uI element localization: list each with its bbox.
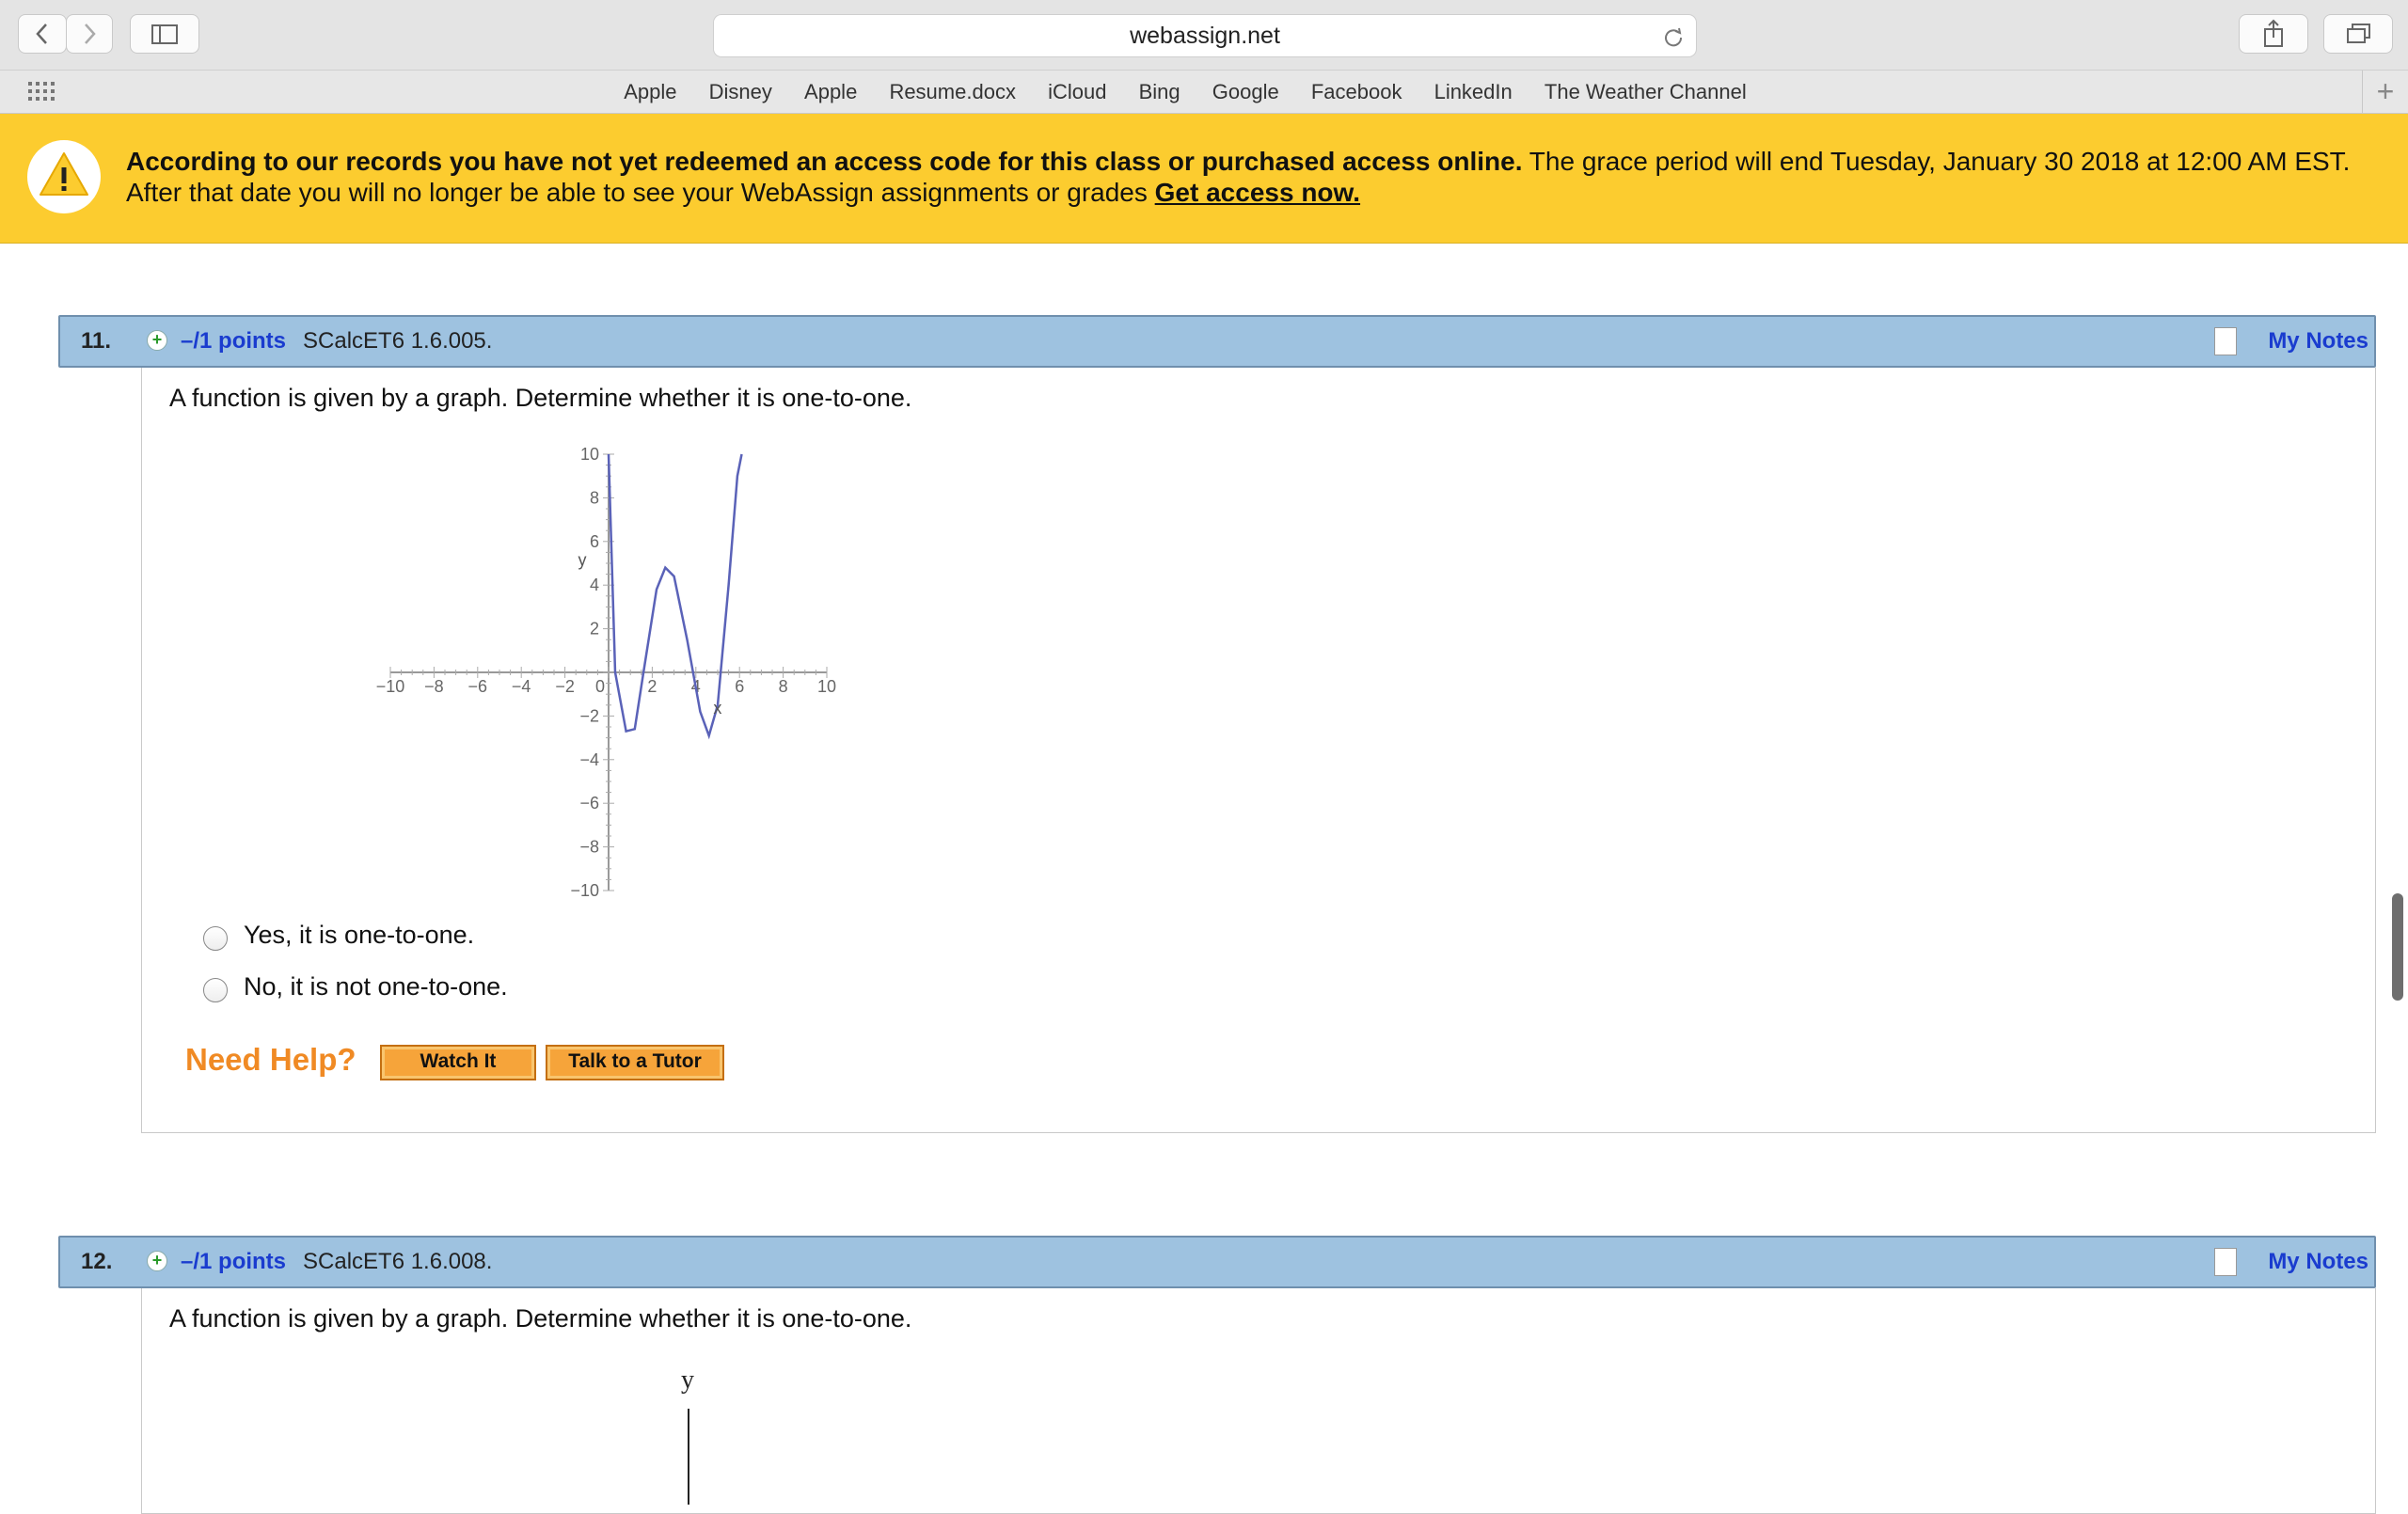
bookmark-item[interactable]: Apple (804, 80, 857, 103)
radio-yes[interactable] (203, 926, 228, 951)
talk-to-tutor-button[interactable]: Talk to a Tutor (546, 1045, 724, 1080)
notes-icon[interactable] (2214, 327, 2237, 355)
question-11-header: 11. + –/1 points SCalcET6 1.6.005. My No… (58, 315, 2376, 368)
question-prompt: A function is given by a graph. Determin… (169, 384, 912, 412)
x-tick-label: −10 (376, 677, 405, 696)
share-icon (2264, 19, 2283, 47)
question-prompt: A function is given by a graph. Determin… (169, 1304, 912, 1333)
x-tick-label: 8 (779, 677, 788, 696)
x-tick-label: 0 (595, 677, 605, 696)
bookmark-item[interactable]: Disney (709, 80, 772, 103)
sidebar-button[interactable] (130, 14, 199, 54)
question-code: SCalcET6 1.6.005. (303, 328, 493, 354)
warning-icon (27, 140, 101, 213)
access-warning-banner: According to our records you have not ye… (0, 114, 2408, 244)
get-access-link[interactable]: Get access now. (1155, 178, 1360, 207)
banner-bold-text: According to our records you have not ye… (126, 147, 1523, 176)
sidebar-icon (151, 24, 178, 44)
y-tick-label: −4 (579, 750, 599, 769)
y-tick-label: −6 (579, 794, 599, 812)
bookmark-item[interactable]: LinkedIn (1434, 80, 1513, 103)
y-axis-label: y (578, 550, 587, 569)
y-tick-label: 10 (580, 445, 599, 464)
banner-message: According to our records you have not ye… (126, 146, 2384, 208)
graph-12-y-label: y (681, 1365, 694, 1395)
x-tick-label: −6 (468, 677, 488, 696)
banner-text-2: After that date you will no longer be ab… (126, 178, 1155, 207)
banner-text-1: The grace period will end Tuesday, Janua… (1522, 147, 2351, 176)
question-points[interactable]: –/1 points (181, 1238, 286, 1286)
bookmark-item[interactable]: Resume.docx (889, 80, 1016, 103)
y-tick-label: −2 (579, 706, 599, 725)
question-number: 12. (81, 1249, 113, 1274)
x-axis-label: x (713, 699, 721, 718)
url-text: webassign.net (1130, 23, 1280, 49)
bookmark-list: Apple Disney Apple Resume.docx iCloud Bi… (0, 71, 2370, 113)
y-tick-label: 2 (590, 620, 599, 639)
y-tick-label: −8 (579, 838, 599, 857)
reload-icon[interactable] (1662, 25, 1685, 48)
need-help-label: Need Help? (185, 1042, 356, 1077)
address-bar[interactable]: webassign.net (713, 14, 1697, 57)
bookmark-item[interactable]: The Weather Channel (1545, 80, 1747, 103)
choice-yes-label: Yes, it is one-to-one. (244, 921, 475, 949)
scrollbar-thumb[interactable] (2392, 893, 2403, 1001)
bookmarks-bar: Apple Disney Apple Resume.docx iCloud Bi… (0, 71, 2408, 114)
bookmark-item[interactable]: Apple (624, 80, 676, 103)
x-tick-label: −4 (512, 677, 531, 696)
bookmark-item[interactable]: iCloud (1048, 80, 1106, 103)
expand-plus-icon[interactable]: + (147, 1251, 167, 1271)
chevron-right-icon (85, 24, 96, 44)
forward-button[interactable] (66, 14, 113, 54)
question-code: SCalcET6 1.6.008. (303, 1249, 493, 1274)
chevron-left-icon (36, 24, 47, 44)
tabs-button[interactable] (2323, 14, 2393, 54)
y-tick-label: −10 (570, 881, 599, 900)
add-bookmark-button[interactable]: + (2362, 71, 2408, 113)
x-tick-label: 2 (647, 677, 657, 696)
my-notes-link[interactable]: My Notes (2268, 317, 2368, 366)
bookmark-item[interactable]: Bing (1139, 80, 1180, 103)
y-tick-label: 4 (590, 576, 599, 594)
bookmark-item[interactable]: Facebook (1311, 80, 1402, 103)
function-curve (607, 453, 743, 740)
watch-it-button[interactable]: Watch It (380, 1045, 536, 1080)
browser-toolbar: webassign.net (0, 0, 2408, 71)
bookmark-item[interactable]: Google (1212, 80, 1279, 103)
my-notes-link[interactable]: My Notes (2268, 1238, 2368, 1286)
notes-icon[interactable] (2214, 1248, 2237, 1276)
graph-12-y-axis (688, 1409, 689, 1505)
tabs-icon (2347, 24, 2370, 43)
x-tick-label: 10 (817, 677, 836, 696)
radio-no[interactable] (203, 978, 228, 1002)
question-points[interactable]: –/1 points (181, 317, 286, 366)
back-button[interactable] (18, 14, 67, 54)
function-graph: −10 −8 −6 −4 −2 0 2 4 6 8 10108642−2−4−6−8−10 x y (376, 445, 836, 900)
graph-axes: −10 −8 −6 −4 −2 0 2 4 6 8 10108642−2−4−6−8−10 (376, 445, 836, 900)
expand-plus-icon[interactable]: + (147, 330, 167, 351)
y-tick-label: 6 (590, 532, 599, 551)
x-tick-label: −8 (424, 677, 444, 696)
x-tick-label: 6 (735, 677, 744, 696)
question-12-header: 12. + –/1 points SCalcET6 1.6.008. My No… (58, 1236, 2376, 1288)
x-tick-label: −2 (555, 677, 575, 696)
y-tick-label: 8 (590, 488, 599, 507)
question-number: 11. (81, 328, 112, 354)
choice-no-label: No, it is not one-to-one. (244, 972, 508, 1001)
share-button[interactable] (2239, 14, 2308, 54)
